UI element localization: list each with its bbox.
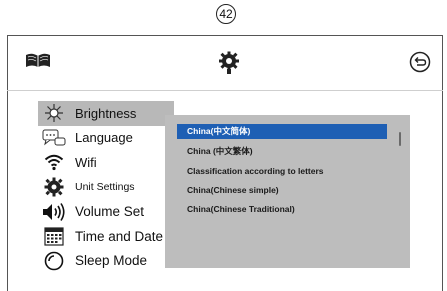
page-number-badge: 42 [216, 4, 236, 24]
back-icon[interactable] [409, 51, 431, 78]
menu-item-label: Unit Settings [75, 181, 135, 194]
submenu-scrollbar[interactable] [399, 132, 401, 146]
clock-icon [40, 251, 68, 271]
menu-item-time-and-date[interactable]: Time and Date [38, 224, 178, 249]
settings-icon[interactable] [218, 51, 240, 80]
speech-bubble-icon [40, 128, 68, 148]
menu-item-label: Brightness [75, 105, 137, 121]
menu-item-label: Sleep Mode [75, 253, 148, 269]
language-submenu: China(中文简体) China (中文繁体) Classification … [165, 115, 410, 268]
menu-item-volume-set[interactable]: Volume Set [38, 199, 178, 224]
speaker-icon [40, 202, 68, 222]
page-number: 42 [219, 7, 233, 21]
topbar-divider [7, 90, 443, 91]
calendar-icon [40, 226, 68, 246]
language-option[interactable]: China(中文简体) [177, 124, 387, 139]
menu-item-language[interactable]: Language [38, 126, 178, 151]
brightness-icon [40, 103, 68, 123]
language-option[interactable]: China(Chinese simple) [177, 183, 387, 198]
menu-item-unit-settings[interactable]: Unit Settings [38, 175, 178, 200]
menu-item-label: Language [75, 130, 133, 146]
language-option[interactable]: China (中文繁体) [177, 144, 387, 159]
menu-item-label: Volume Set [75, 204, 145, 220]
language-option[interactable]: China(Chinese Traditional) [177, 202, 387, 217]
language-option[interactable]: Classification according to letters [177, 164, 387, 179]
menu-item-brightness[interactable]: Brightness [38, 101, 174, 126]
settings-menu: Brightness Language Wifi Unit Settings V… [38, 101, 178, 273]
menu-item-wifi[interactable]: Wifi [38, 150, 178, 175]
menu-item-label: Wifi [75, 154, 97, 170]
book-icon[interactable] [25, 52, 51, 73]
menu-item-label: Time and Date [75, 228, 164, 244]
menu-item-sleep-mode[interactable]: Sleep Mode [38, 249, 178, 274]
wifi-icon [40, 153, 68, 171]
gear-icon [40, 177, 68, 197]
